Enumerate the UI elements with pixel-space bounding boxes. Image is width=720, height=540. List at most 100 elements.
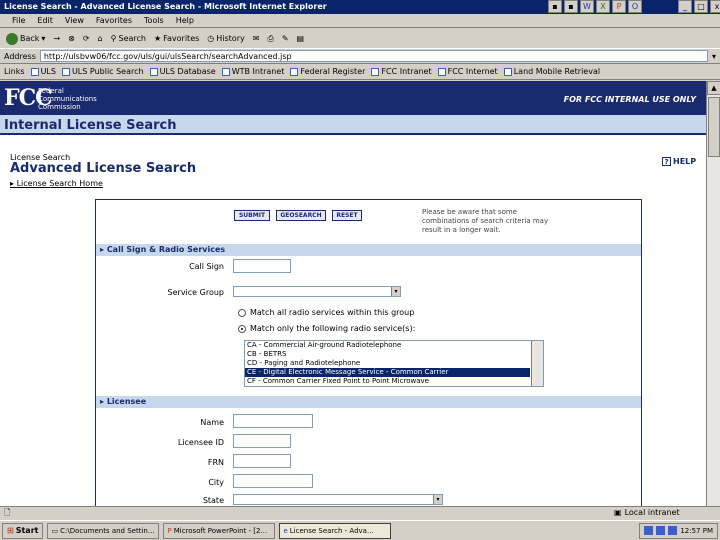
reset-button[interactable]: RESET bbox=[332, 210, 362, 221]
frn-input[interactable] bbox=[233, 454, 291, 468]
link-label: FCC Intranet bbox=[381, 67, 432, 76]
state-select[interactable]: ▾ bbox=[233, 494, 443, 505]
discuss-button[interactable]: ▤ bbox=[297, 34, 305, 43]
stop-button[interactable]: ⊗ bbox=[68, 34, 75, 43]
scroll-thumb[interactable] bbox=[708, 97, 720, 157]
link-item[interactable]: Federal Register bbox=[290, 67, 365, 76]
menu-help[interactable]: Help bbox=[176, 16, 194, 25]
back-button[interactable]: Back ▾ bbox=[6, 32, 45, 45]
link-item[interactable]: FCC Internet bbox=[437, 67, 498, 76]
link-item[interactable]: FCC Intranet bbox=[371, 67, 432, 76]
app-title-bar: Internal License Search bbox=[0, 115, 706, 135]
list-item[interactable]: CF - Common Carrier Fixed Point to Point… bbox=[245, 377, 530, 386]
outlook-icon[interactable]: O bbox=[628, 0, 642, 13]
home-button[interactable]: ⌂ bbox=[98, 34, 103, 43]
listbox-scrollbar[interactable] bbox=[531, 341, 543, 386]
intranet-icon: ▣ bbox=[614, 508, 622, 517]
favorites-label: Favorites bbox=[163, 34, 200, 43]
taskbar-item[interactable]: ▭ C:\Documents and Settin... bbox=[47, 522, 160, 539]
edit-button[interactable]: ✎ bbox=[282, 34, 289, 43]
city-label: City bbox=[208, 478, 224, 487]
chevron-down-icon[interactable]: ▾ bbox=[712, 52, 716, 61]
menu-favorites[interactable]: Favorites bbox=[96, 16, 132, 25]
radio-services-listbox[interactable]: CA - Commercial Air-ground Radiotelephon… bbox=[244, 340, 544, 387]
minimize-button[interactable]: _ bbox=[678, 0, 692, 13]
search-button[interactable]: ⚲ Search bbox=[111, 34, 146, 43]
link-item[interactable]: ULS Database bbox=[149, 67, 216, 76]
internal-use-note: FOR FCC INTERNAL USE ONLY bbox=[563, 95, 696, 104]
chevron-down-icon: ▾ bbox=[391, 287, 400, 296]
service-group-select[interactable]: ▾ bbox=[233, 286, 401, 297]
link-item[interactable]: ULS Public Search bbox=[61, 67, 144, 76]
refresh-button[interactable]: ⟳ bbox=[83, 34, 90, 43]
ie-icon: e bbox=[283, 526, 288, 535]
menu-edit[interactable]: Edit bbox=[37, 16, 53, 25]
section-header-licensee[interactable]: ▸ Licensee bbox=[96, 396, 641, 408]
app-icon[interactable]: ▪ bbox=[564, 0, 578, 13]
page-viewport: FCC Federal Communications Commission FO… bbox=[0, 81, 706, 506]
close-button[interactable]: x bbox=[710, 0, 720, 13]
submit-button[interactable]: SUBMIT bbox=[234, 210, 270, 221]
stop-icon: ⊗ bbox=[68, 34, 75, 43]
discuss-icon: ▤ bbox=[296, 34, 305, 43]
licensee-id-input[interactable] bbox=[233, 434, 291, 448]
address-bar: Address http://ulsbvw06/fcc.gov/uls/gui/… bbox=[0, 49, 720, 64]
link-label: WTB Intranet bbox=[231, 67, 285, 76]
print-button[interactable]: ⎙ bbox=[267, 34, 273, 44]
maximize-button[interactable]: □ bbox=[694, 0, 708, 13]
chevron-down-icon: ▾ bbox=[433, 495, 442, 504]
list-item[interactable]: CB - BETRS bbox=[245, 350, 530, 359]
license-search-home-link[interactable]: ▸ License Search Home bbox=[10, 179, 103, 188]
start-button[interactable]: ⊞ Start bbox=[2, 522, 44, 539]
city-input[interactable] bbox=[233, 474, 313, 488]
radio-match-all[interactable]: Match all radio services within this gro… bbox=[238, 308, 414, 317]
system-tray: 12:57 PM bbox=[639, 522, 718, 539]
taskbar-item-active[interactable]: e License Search - Adva... bbox=[279, 522, 392, 539]
section-header-call-sign[interactable]: ▸ Call Sign & Radio Services bbox=[96, 244, 641, 256]
tray-icon[interactable] bbox=[644, 526, 654, 535]
list-item[interactable]: CD - Paging and Radiotelephone bbox=[245, 359, 530, 368]
name-input[interactable] bbox=[233, 414, 313, 428]
forward-button[interactable]: → bbox=[53, 34, 60, 43]
link-label: Land Mobile Retrieval bbox=[513, 67, 601, 76]
geosearch-button[interactable]: GEOSEARCH bbox=[276, 210, 326, 221]
link-item[interactable]: ULS bbox=[30, 67, 56, 76]
list-item[interactable]: CA - Commercial Air-ground Radiotelephon… bbox=[245, 341, 530, 350]
excel-icon[interactable]: X bbox=[596, 0, 610, 13]
forward-arrow-icon: → bbox=[53, 34, 61, 43]
history-button[interactable]: ◷ History bbox=[207, 34, 244, 43]
menu-file[interactable]: File bbox=[12, 16, 25, 25]
help-link[interactable]: ? HELP bbox=[662, 157, 696, 166]
tray-icon[interactable] bbox=[668, 526, 678, 535]
page-icon bbox=[221, 67, 230, 76]
vertical-scrollbar[interactable]: ▲ bbox=[706, 81, 720, 506]
radio-match-only[interactable]: Match only the following radio service(s… bbox=[238, 324, 415, 333]
fcc-banner: FCC Federal Communications Commission FO… bbox=[0, 81, 706, 115]
address-input[interactable]: http://ulsbvw06/fcc.gov/uls/gui/ulsSearc… bbox=[39, 50, 708, 62]
radio-button[interactable] bbox=[238, 308, 246, 317]
search-label: Search bbox=[118, 34, 146, 43]
link-item[interactable]: Land Mobile Retrieval bbox=[503, 67, 601, 76]
help-icon: ? bbox=[662, 157, 671, 166]
link-label: FCC Internet bbox=[447, 67, 498, 76]
tray-icon[interactable] bbox=[656, 526, 666, 535]
word-icon[interactable]: W bbox=[580, 0, 594, 13]
radio-button-selected[interactable] bbox=[238, 324, 246, 333]
favorites-button[interactable]: ★ Favorites bbox=[154, 34, 199, 43]
menu-tools[interactable]: Tools bbox=[144, 16, 164, 25]
taskbar-item[interactable]: P Microsoft PowerPoint - [2... bbox=[163, 522, 276, 539]
page-icon bbox=[290, 67, 299, 76]
menu-view[interactable]: View bbox=[65, 16, 84, 25]
favorites-icon: ★ bbox=[153, 34, 162, 43]
section-title: Call Sign & Radio Services bbox=[106, 245, 226, 254]
frn-label: FRN bbox=[207, 458, 224, 467]
list-item-selected[interactable]: CE - Digital Electronic Message Service … bbox=[245, 368, 530, 377]
mail-button[interactable]: ✉ bbox=[253, 34, 260, 43]
scroll-up-icon[interactable]: ▲ bbox=[707, 81, 720, 95]
link-label: ULS Database bbox=[159, 67, 216, 76]
powerpoint-icon[interactable]: P bbox=[612, 0, 626, 13]
link-item[interactable]: WTB Intranet bbox=[221, 67, 285, 76]
call-sign-input[interactable] bbox=[233, 259, 291, 273]
menu-bar: File Edit View Favorites Tools Help bbox=[0, 14, 720, 28]
app-icon[interactable]: ▪ bbox=[548, 0, 562, 13]
